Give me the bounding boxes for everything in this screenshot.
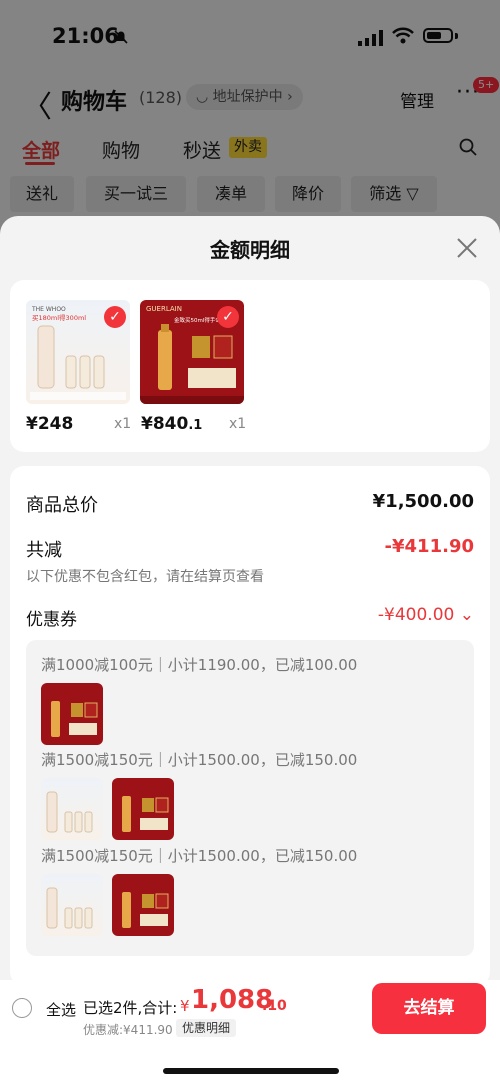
reduce-value: -¥411.90 xyxy=(384,536,474,557)
sheet-title: 金额明细 xyxy=(210,238,290,262)
total-amount-decimal: .10 xyxy=(262,998,287,1014)
select-all-checkbox[interactable] xyxy=(12,998,32,1018)
checkout-button[interactable]: 去结算 xyxy=(372,983,486,1034)
coupon-line-3: 满1500减150元｜小计1500.00，已减150.00 xyxy=(41,847,358,865)
product-qty-2: x1 xyxy=(229,416,247,432)
product-price-2: ¥840.1 xyxy=(141,414,202,434)
coupon-thumb-guerlain xyxy=(112,778,174,840)
product-price-2-dec: .1 xyxy=(188,418,203,433)
discount-summary: 优惠减:¥411.90 xyxy=(83,1023,173,1037)
coupon-thumb-whoo xyxy=(41,874,103,936)
selected-check-icon: ✓ xyxy=(104,306,126,328)
coupon-value: -¥400.00 xyxy=(377,605,455,625)
whoo-promo-text: 买180ml得300ml xyxy=(32,313,86,322)
guerlain-mini-image xyxy=(51,701,98,737)
total-currency: ¥ xyxy=(180,997,190,1015)
whoo-mini-image xyxy=(46,791,93,833)
coupon-thumb-whoo xyxy=(41,778,103,840)
product-qty-1: x1 xyxy=(114,416,132,432)
guerlain-mini-image xyxy=(122,796,169,832)
coupon-line-2: 满1500减150元｜小计1500.00，已减150.00 xyxy=(41,751,358,769)
chevron-down-icon: ⌄ xyxy=(459,605,474,625)
total-value: ¥1,500.00 xyxy=(372,491,474,512)
coupon-label: 优惠券 xyxy=(26,610,77,630)
whoo-mini-image xyxy=(46,887,93,929)
coupon-toggle[interactable]: -¥400.00 ⌄ xyxy=(378,605,474,625)
product-price-1: ¥248 xyxy=(26,414,74,434)
selected-summary: 已选2件,合计: xyxy=(83,999,178,1017)
reduce-note: 以下优惠不包含红包，请在结算页查看 xyxy=(26,569,264,585)
total-label: 商品总价 xyxy=(26,495,98,516)
close-icon[interactable] xyxy=(456,237,478,259)
select-all-label[interactable]: 全选 xyxy=(46,999,76,1020)
guerlain-mini-image xyxy=(122,892,169,928)
guerlain-brand-text: GUERLAIN xyxy=(146,305,182,313)
product-price-2-int: ¥840 xyxy=(141,414,189,434)
coupon-thumb-guerlain xyxy=(112,874,174,936)
reduce-label: 共减 xyxy=(26,540,62,561)
coupon-line-1: 满1000减100元｜小计1190.00，已减100.00 xyxy=(41,656,358,674)
total-amount: 1,088 xyxy=(191,985,274,1015)
whoo-brand-text: THE WHOO xyxy=(31,306,66,313)
discount-detail-button[interactable]: 优惠明细 xyxy=(176,1019,237,1037)
selected-check-icon: ✓ xyxy=(217,306,239,328)
home-indicator xyxy=(163,1068,339,1074)
coupon-thumb-guerlain xyxy=(41,683,103,745)
